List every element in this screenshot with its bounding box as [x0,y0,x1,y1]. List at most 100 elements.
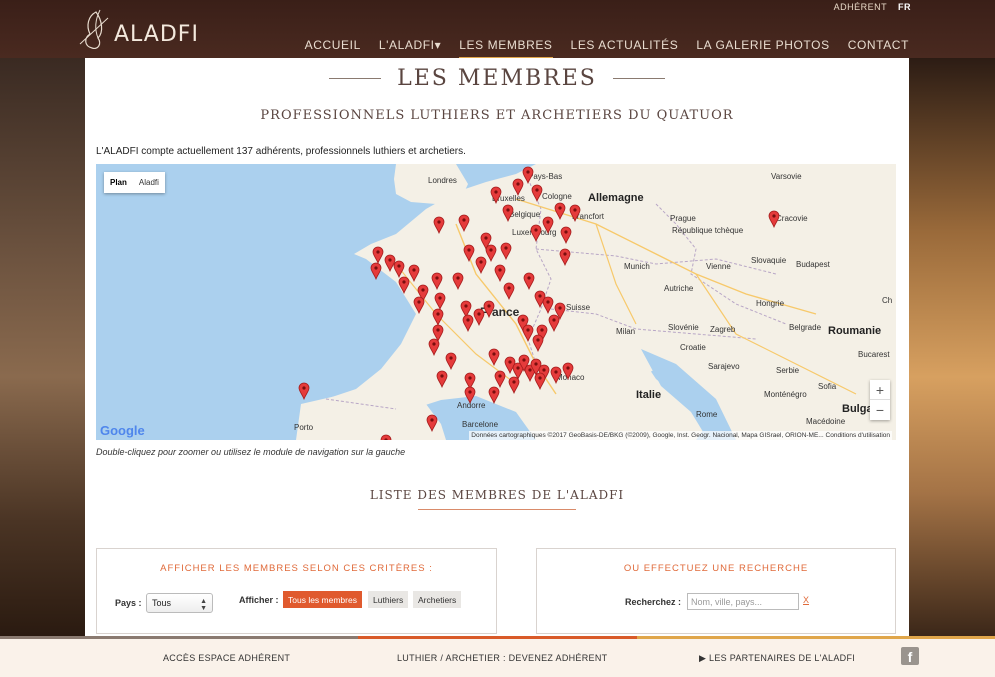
clear-search-link[interactable]: X [803,595,809,605]
title-row: Les membres [85,66,909,91]
map-marker-icon[interactable] [431,272,443,290]
map-marker-icon[interactable] [298,382,310,400]
filter-box: Afficher les membres selon ces critères … [96,548,497,634]
map-marker-icon[interactable] [542,296,554,314]
map-attribution[interactable]: Données cartographiques ©2017 GeoBasis-D… [469,431,892,440]
map-marker-icon[interactable] [380,434,392,440]
map-marker-icon[interactable] [548,314,560,332]
nav-contact[interactable]: CONTACT [848,38,909,60]
map-label: Vienne [706,262,731,271]
nav-actualites[interactable]: LES ACTUALITÉS [571,38,679,60]
zoom-out-button[interactable]: − [870,400,890,420]
country-select[interactable]: Tous ▲ ▼ [146,593,213,613]
map-label: Bucarest [858,350,890,359]
select-arrows-icon: ▲ ▼ [200,598,207,612]
member-login-link[interactable]: ADHÉRENT [834,2,887,12]
map-label: Munich [624,262,650,271]
map-label: Sarajevo [708,362,740,371]
facebook-icon[interactable]: f [901,647,919,665]
map-marker-icon[interactable] [512,178,524,196]
site-header: ALADFI ADHÉRENT FR ACCUEIL L'ALADFI▾ LES… [0,0,995,60]
members-map[interactable]: Plan Aladfi Pays-Bas Londres Allemagne Vars… [96,164,896,440]
map-marker-icon[interactable] [569,204,581,222]
search-title: Ou effectuez une recherche [623,563,809,574]
map-marker-icon[interactable] [490,186,502,204]
map-marker-icon[interactable] [483,300,495,318]
map-label: Cologne [542,192,572,201]
footer-color-bar [0,636,995,639]
title-rule-left [328,78,381,79]
map-marker-icon[interactable] [436,370,448,388]
map-marker-icon[interactable] [494,264,506,282]
map-label: Bulga [842,403,873,415]
map-marker-icon[interactable] [530,224,542,242]
nav-les-membres[interactable]: LES MEMBRES [459,38,553,60]
map-marker-icon[interactable] [413,296,425,314]
map-label: Suisse [566,303,591,312]
members-list-title: Liste des membres de l'ALADFI [369,488,625,502]
search-input[interactable]: Nom, ville, pays... [687,593,799,610]
partners-link[interactable]: ▶ LES PARTENAIRES DE L'ALADFI [699,653,855,664]
map-marker-icon[interactable] [531,184,543,202]
nav-aladfi[interactable]: L'ALADFI▾ [379,38,441,60]
map-marker-icon[interactable] [475,256,487,274]
main-nav: ACCUEIL L'ALADFI▾ LES MEMBRES LES ACTUAL… [287,38,909,60]
map-marker-icon[interactable] [464,386,476,404]
map-hint: Double-cliquez pour zoomer ou utilisez l… [96,447,406,457]
map-marker-icon[interactable] [523,272,535,290]
map-marker-icon[interactable] [508,376,520,394]
map-marker-icon[interactable] [488,348,500,366]
filter-all-members-button[interactable]: Tous les membres [283,591,362,608]
map-marker-icon[interactable] [532,334,544,352]
filter-luthiers-button[interactable]: Luthiers [368,591,409,608]
map-marker-icon[interactable] [554,202,566,220]
map-marker-icon[interactable] [488,386,500,404]
member-area-link[interactable]: ACCÈS ESPACE ADHÉRENT [163,653,290,663]
map-label: Hongrie [756,299,785,308]
map-marker-icon[interactable] [370,262,382,280]
nav-accueil[interactable]: ACCUEIL [305,38,361,60]
map-marker-icon[interactable] [445,352,457,370]
google-logo[interactable]: Google [100,423,145,438]
nav-galerie-photos[interactable]: LA GALERIE PHOTOS [696,38,829,60]
map-label: Macédoine [806,417,846,426]
map-marker-icon[interactable] [462,314,474,332]
zoom-control: + − [870,380,890,420]
list-title-underline [418,509,576,510]
map-marker-icon[interactable] [426,414,438,432]
map-type-aladfi[interactable]: Aladfi [133,172,165,193]
map-marker-icon[interactable] [502,204,514,222]
map-label: Ch [882,296,893,305]
show-label: Afficher : [239,595,279,605]
map-type-plan[interactable]: Plan [104,172,133,193]
map-marker-icon[interactable] [559,248,571,266]
become-member-link[interactable]: LUTHIER / ARCHETIER : DEVENEZ ADHÉRENT [397,653,607,663]
language-fr-link[interactable]: FR [898,2,911,12]
map-label: Rome [696,410,718,419]
aladfi-logo[interactable]: ALADFI [74,8,198,52]
country-label: Pays : [115,598,142,608]
map-marker-icon[interactable] [433,216,445,234]
map-marker-icon[interactable] [428,338,440,356]
map-marker-icon[interactable] [542,216,554,234]
map-marker-icon[interactable] [458,214,470,232]
map-marker-icon[interactable] [768,210,780,228]
map-label: Sofia [818,382,837,391]
map-marker-icon[interactable] [534,372,546,390]
map-label: Italie [636,389,662,401]
map-marker-icon[interactable] [503,282,515,300]
map-marker-icon[interactable] [463,244,475,262]
search-box: Ou effectuez une recherche Recherchez : … [536,548,896,634]
map-marker-icon[interactable] [550,366,562,384]
map-marker-icon[interactable] [452,272,464,290]
map-marker-icon[interactable] [500,242,512,260]
map-label: Monténégro [764,390,807,399]
map-label: Autriche [664,284,694,293]
filter-archetiers-button[interactable]: Archetiers [413,591,462,608]
map-marker-icon[interactable] [560,226,572,244]
map-marker-icon[interactable] [562,362,574,380]
map-marker-icon[interactable] [398,276,410,294]
map-label: République tchèque [672,226,744,235]
search-label: Recherchez : [625,597,682,607]
zoom-in-button[interactable]: + [870,380,890,400]
